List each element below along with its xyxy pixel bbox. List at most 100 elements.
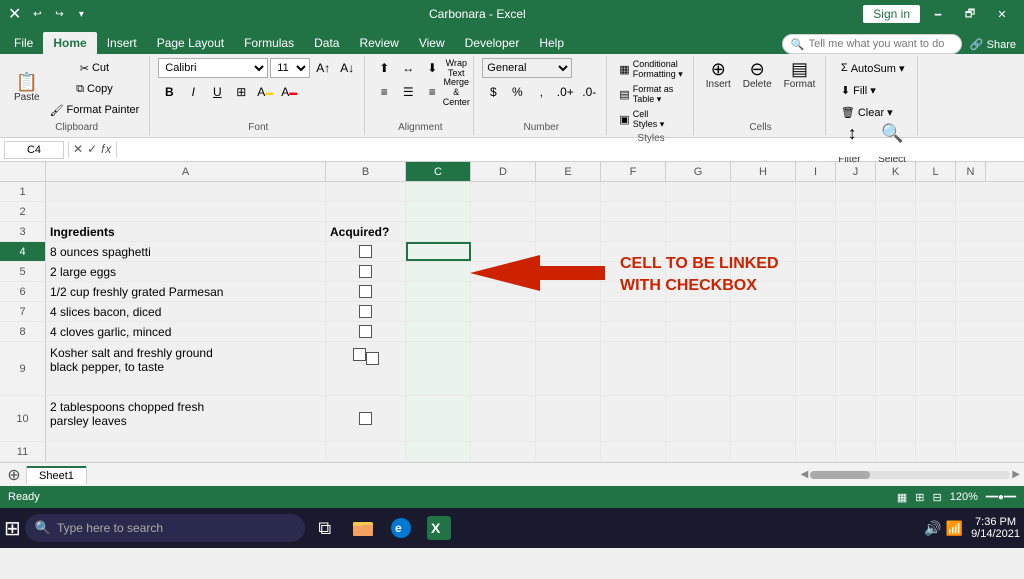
- cell-j5[interactable]: [836, 262, 876, 281]
- checkbox-b4[interactable]: [359, 245, 372, 258]
- redo-button[interactable]: ↪: [49, 4, 69, 24]
- cell-b10[interactable]: [326, 396, 406, 441]
- cell-g1[interactable]: [666, 182, 731, 201]
- cell-h3[interactable]: [731, 222, 796, 241]
- formula-input[interactable]: [121, 143, 1020, 157]
- cell-d11[interactable]: [471, 442, 536, 461]
- cell-a3[interactable]: Ingredients: [46, 222, 326, 241]
- cell-d7[interactable]: [471, 302, 536, 321]
- cell-k11[interactable]: [876, 442, 916, 461]
- cell-j4[interactable]: [836, 242, 876, 261]
- name-box[interactable]: [4, 141, 64, 159]
- align-right-button[interactable]: ≡: [421, 82, 443, 102]
- col-header-h[interactable]: H: [731, 162, 796, 181]
- tab-home[interactable]: Home: [43, 32, 96, 54]
- cell-a1[interactable]: [46, 182, 326, 201]
- cell-h11[interactable]: [731, 442, 796, 461]
- cell-f6[interactable]: [601, 282, 666, 301]
- cell-e9[interactable]: [536, 342, 601, 395]
- cell-h2[interactable]: [731, 202, 796, 221]
- checkbox-b5[interactable]: [359, 265, 372, 278]
- align-middle-button[interactable]: ↔: [397, 58, 419, 78]
- row-header-9[interactable]: 9: [0, 342, 46, 395]
- tab-view[interactable]: View: [409, 32, 455, 54]
- cell-j6[interactable]: [836, 282, 876, 301]
- cell-b7[interactable]: [326, 302, 406, 321]
- fill-button[interactable]: ⬇ Fill ▾: [837, 80, 880, 100]
- cell-c7[interactable]: [406, 302, 471, 321]
- format-painter-button[interactable]: 🖌 Format Painter: [46, 100, 144, 120]
- horizontal-scrollbar[interactable]: [810, 471, 1010, 479]
- cell-c8[interactable]: [406, 322, 471, 341]
- taskbar-search-box[interactable]: 🔍 Type here to search: [25, 514, 305, 542]
- currency-button[interactable]: $: [482, 82, 504, 102]
- font-color-button[interactable]: A▬: [278, 82, 300, 102]
- cell-f1[interactable]: [601, 182, 666, 201]
- cell-k6[interactable]: [876, 282, 916, 301]
- cell-g7[interactable]: [666, 302, 731, 321]
- copy-button[interactable]: ⧉ Copy: [46, 79, 144, 99]
- cell-b2[interactable]: [326, 202, 406, 221]
- cell-b9[interactable]: [326, 342, 406, 395]
- col-header-l[interactable]: L: [916, 162, 956, 181]
- cell-i7[interactable]: [796, 302, 836, 321]
- cell-i3[interactable]: [796, 222, 836, 241]
- cell-j11[interactable]: [836, 442, 876, 461]
- sheet-tab-sheet1[interactable]: Sheet1: [26, 466, 87, 484]
- font-name-select[interactable]: Calibri: [158, 58, 268, 78]
- cell-d10[interactable]: [471, 396, 536, 441]
- cell-h10[interactable]: [731, 396, 796, 441]
- cell-g6[interactable]: [666, 282, 731, 301]
- cell-d8[interactable]: [471, 322, 536, 341]
- cell-c9[interactable]: [406, 342, 471, 395]
- zoom-slider[interactable]: ━━●━━: [986, 492, 1016, 503]
- cell-k1[interactable]: [876, 182, 916, 201]
- cell-j1[interactable]: [836, 182, 876, 201]
- checkbox-b7[interactable]: [359, 305, 372, 318]
- cell-k3[interactable]: [876, 222, 916, 241]
- file-explorer-button[interactable]: [347, 512, 379, 544]
- col-header-i[interactable]: I: [796, 162, 836, 181]
- cell-k2[interactable]: [876, 202, 916, 221]
- bold-button[interactable]: B: [158, 82, 180, 102]
- cell-c11[interactable]: [406, 442, 471, 461]
- col-header-e[interactable]: E: [536, 162, 601, 181]
- merge-center-button[interactable]: Merge & Center: [445, 82, 467, 102]
- cell-l8[interactable]: [916, 322, 956, 341]
- align-center-button[interactable]: ☰: [397, 82, 419, 102]
- cell-l10[interactable]: [916, 396, 956, 441]
- italic-button[interactable]: I: [182, 82, 204, 102]
- font-size-select[interactable]: 11: [270, 58, 310, 78]
- cell-c1[interactable]: [406, 182, 471, 201]
- scroll-right-icon[interactable]: ▶: [1012, 469, 1020, 480]
- format-as-table-button[interactable]: ▤ Format asTable ▾: [615, 83, 677, 106]
- minimize-button[interactable]: 🗕: [924, 4, 952, 24]
- cell-b8[interactable]: [326, 322, 406, 341]
- cell-a4[interactable]: 8 ounces spaghetti: [46, 242, 326, 261]
- clear-button[interactable]: 🗑 Clear ▾: [837, 102, 897, 122]
- cell-d1[interactable]: [471, 182, 536, 201]
- align-bottom-button[interactable]: ⬇: [421, 58, 443, 78]
- row-header-2[interactable]: 2: [0, 202, 46, 221]
- cell-k4[interactable]: [876, 242, 916, 261]
- view-normal-icon[interactable]: ▦: [897, 491, 907, 504]
- checkbox-b10[interactable]: [359, 412, 372, 425]
- row-header-3[interactable]: 3: [0, 222, 46, 241]
- cell-a11[interactable]: [46, 442, 326, 461]
- insert-function-icon[interactable]: 𝑓𝑥: [101, 142, 111, 157]
- cell-k8[interactable]: [876, 322, 916, 341]
- col-header-b[interactable]: B: [326, 162, 406, 181]
- percent-button[interactable]: %: [506, 82, 528, 102]
- number-format-select[interactable]: General: [482, 58, 572, 78]
- cell-e4[interactable]: [536, 242, 601, 261]
- underline-button[interactable]: U: [206, 82, 228, 102]
- cell-j9[interactable]: [836, 342, 876, 395]
- conditional-formatting-button[interactable]: ▦ ConditionalFormatting ▾: [615, 58, 686, 81]
- cell-e1[interactable]: [536, 182, 601, 201]
- cell-d2[interactable]: [471, 202, 536, 221]
- cell-a5[interactable]: 2 large eggs: [46, 262, 326, 281]
- cell-k5[interactable]: [876, 262, 916, 281]
- task-view-button[interactable]: ⧉: [309, 512, 341, 544]
- cell-h9[interactable]: [731, 342, 796, 395]
- col-header-n[interactable]: N: [956, 162, 986, 181]
